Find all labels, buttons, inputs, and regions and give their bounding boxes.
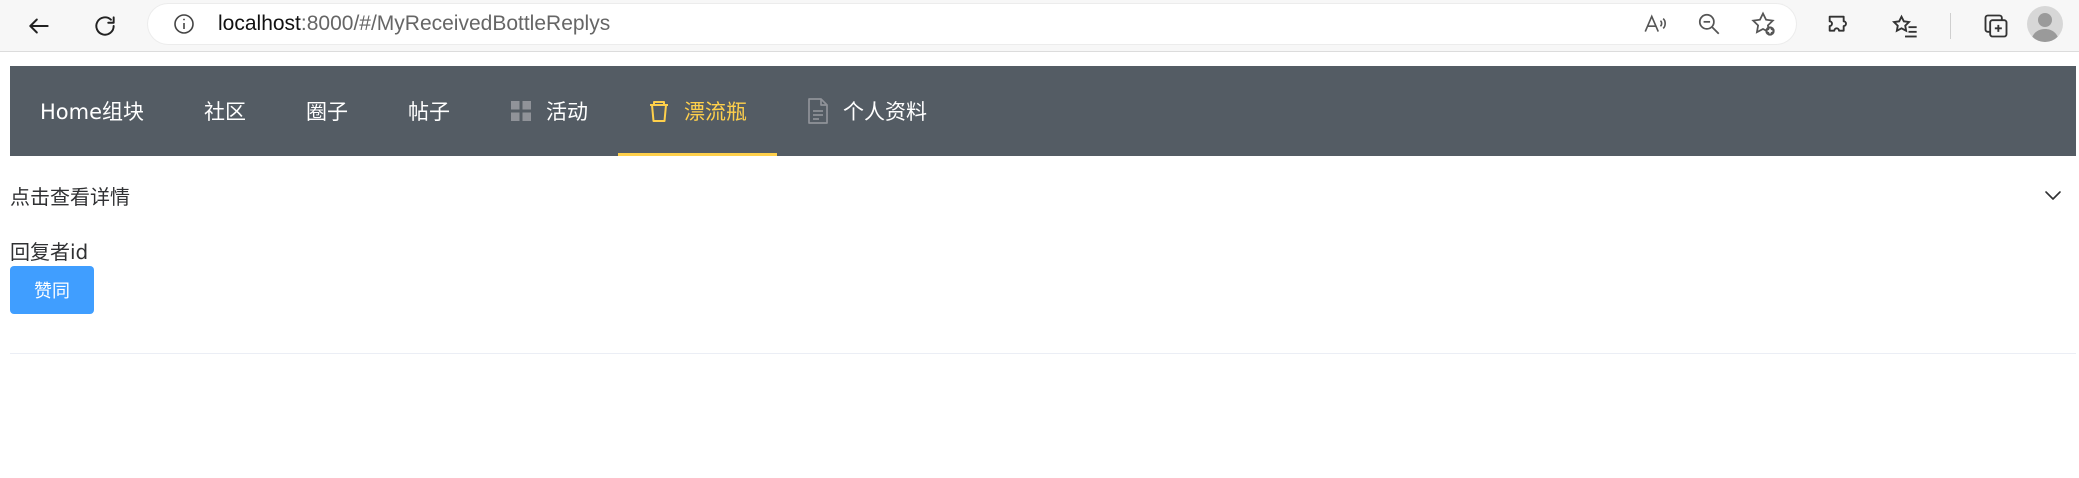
document-icon [807, 98, 829, 124]
nav-item-home[interactable]: Home组块 [10, 66, 174, 156]
nav-item-community[interactable]: 社区 [174, 66, 276, 156]
back-icon [29, 18, 49, 34]
site-info-button[interactable] [170, 10, 198, 38]
profile-button[interactable] [2027, 6, 2063, 42]
info-icon [174, 14, 194, 34]
nav-item-activities[interactable]: 活动 [480, 66, 618, 156]
collections-button[interactable] [1975, 5, 2017, 47]
zoom-out-button[interactable] [1692, 7, 1726, 41]
nav-item-drift-bottle[interactable]: 漂流瓶 [618, 66, 778, 156]
nav-item-label: 漂流瓶 [684, 100, 748, 124]
url-host: localhost [218, 12, 301, 35]
collapse-divider [10, 353, 2076, 354]
add-favorite-icon [1751, 11, 1775, 36]
address-bar[interactable]: localhost:8000/#/MyReceivedBottleReplys [148, 4, 1796, 44]
extensions-icon [1828, 15, 1847, 32]
chevron-down-icon[interactable] [2042, 184, 2064, 206]
collapse-header[interactable]: 点击查看详情 [10, 174, 2076, 216]
collapse-title: 点击查看详情 [10, 184, 130, 209]
url-path: :8000/#/MyReceivedBottleReplys [300, 12, 611, 35]
zoom-out-icon [1698, 13, 1720, 35]
replier-id-label: 回复者id [10, 240, 89, 264]
main-nav-menu: Home组块 社区 圈子 帖子 活动 漂流瓶 个人资料 [10, 66, 2076, 156]
favorites-icon [1892, 14, 1917, 38]
profile-icon [2031, 13, 2059, 42]
grid-icon [510, 100, 532, 122]
browser-toolbar: localhost:8000/#/MyReceivedBottleReplys [0, 0, 2079, 52]
extensions-button[interactable] [1818, 5, 1860, 47]
reload-button[interactable] [84, 5, 126, 47]
favorites-button[interactable] [1884, 5, 1926, 47]
collections-icon [1984, 14, 2008, 38]
agree-button[interactable]: 赞同 [10, 266, 94, 314]
nav-item-label: 圈子 [306, 100, 349, 124]
nav-item-label: 活动 [546, 100, 589, 124]
read-aloud-icon [1644, 14, 1666, 32]
nav-item-posts[interactable]: 帖子 [378, 66, 480, 156]
nav-item-profile[interactable]: 个人资料 [777, 66, 957, 156]
back-button[interactable] [18, 5, 60, 47]
nav-item-circle[interactable]: 圈子 [276, 66, 378, 156]
toolbar-separator [1950, 13, 1951, 39]
nav-item-label: 帖子 [408, 100, 451, 124]
nav-item-label: 个人资料 [843, 100, 928, 124]
read-aloud-button[interactable] [1638, 7, 1672, 41]
reload-icon [95, 16, 115, 36]
nav-item-label: Home组块 [40, 100, 145, 124]
cup-icon [648, 99, 670, 123]
add-favorite-button[interactable] [1746, 7, 1780, 41]
url-text[interactable]: localhost:8000/#/MyReceivedBottleReplys [218, 12, 610, 36]
nav-item-label: 社区 [204, 100, 247, 124]
